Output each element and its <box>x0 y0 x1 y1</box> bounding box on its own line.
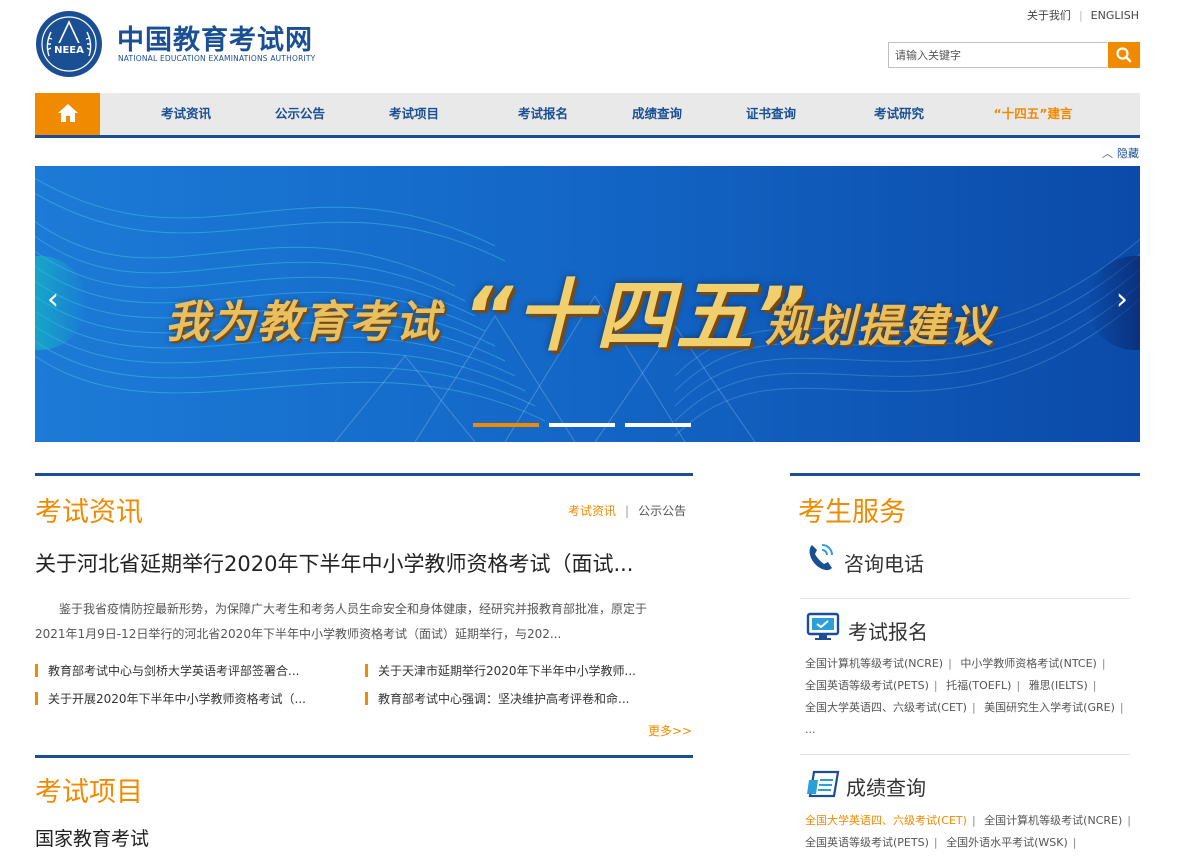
banner-dot-2[interactable] <box>549 423 615 427</box>
registration-link[interactable]: 中小学教师资格考试(NTCE) <box>960 657 1097 670</box>
separator: | <box>971 701 976 714</box>
nav-item-certificate-query[interactable]: 证书查询 <box>746 93 796 135</box>
separator: | <box>1101 657 1106 670</box>
divider <box>800 598 1130 599</box>
hero-banner[interactable]: 我为教育考试 “十四五” 规划提建议 ‹ › <box>35 166 1140 442</box>
banner-headline: 我为教育考试 “十四五” 规划提建议 <box>35 166 1140 442</box>
tab-announcements[interactable]: 公示公告 <box>638 504 686 518</box>
divider <box>800 754 1130 755</box>
search-button[interactable] <box>1108 42 1140 68</box>
registration-link[interactable]: 全国计算机等级考试(NCRE) <box>805 657 943 670</box>
nav-item-score-query[interactable]: 成绩查询 <box>632 93 682 135</box>
search-icon <box>1116 47 1132 63</box>
more-news-link[interactable]: 更多>> <box>648 722 692 739</box>
chevron-right-icon: › <box>1116 282 1128 317</box>
projects-subtitle: 国家教育考试 <box>35 828 150 850</box>
separator: | <box>1127 814 1131 827</box>
service-phone[interactable]: 咨询电话 <box>844 548 924 577</box>
search-box <box>888 42 1140 68</box>
service-scores-title[interactable]: 成绩查询 <box>846 772 926 801</box>
banner-text-tail: 规划提建议 <box>765 301 995 352</box>
registration-links: 全国计算机等级考试(NCRE) | 中小学教师资格考试(NTCE) | 全国英语等级… <box>805 653 1140 741</box>
english-link[interactable]: ENGLISH <box>1091 9 1139 22</box>
service-section-title: 考生服务 <box>798 497 906 528</box>
separator: | <box>971 814 976 827</box>
news-headline[interactable]: 关于河北省延期举行2020年下半年中小学教师资格考试（面试... <box>35 548 633 578</box>
separator: | <box>1078 9 1083 22</box>
nav-item-exam-projects[interactable]: 考试项目 <box>389 93 439 135</box>
site-logo[interactable]: NEEA 中国教育考试网 NATIONAL EDUCATION EXAMINAT… <box>35 10 315 78</box>
registration-link[interactable]: 托福(TOEFL) <box>946 679 1011 692</box>
registration-link[interactable]: 雅思(IELTS) <box>1029 679 1088 692</box>
banner-dot-1[interactable] <box>473 423 539 427</box>
section-divider <box>790 473 1140 476</box>
separator: | <box>625 504 630 518</box>
news-summary: 鉴于我省疫情防控最新形势，为保障广大考生和考务人员生命安全和身体健康，经研究并报… <box>35 602 648 641</box>
nav-item-exam-research[interactable]: 考试研究 <box>874 93 924 135</box>
separator: | <box>1016 679 1021 692</box>
score-link[interactable]: 全国外语水平考试(WSK) <box>946 836 1068 849</box>
search-input[interactable] <box>888 42 1107 68</box>
score-link[interactable]: 全国计算机等级考试(NCRE) <box>984 814 1122 827</box>
section-divider <box>35 473 693 476</box>
home-icon <box>58 104 78 122</box>
separator: | <box>933 679 938 692</box>
hide-label: 隐藏 <box>1117 147 1139 160</box>
banner-text-big: “十四五” <box>463 272 808 362</box>
registration-link[interactable]: 全国英语等级考试(PETS) <box>805 679 929 692</box>
news-tabs: 考试资讯 | 公示公告 <box>568 502 686 519</box>
list-item[interactable]: 教育部考试中心强调：坚决维护高考评卷和命... <box>365 690 629 707</box>
registration-link[interactable]: 全国大学英语四、六级考试(CET) <box>805 701 967 714</box>
section-divider <box>35 755 693 758</box>
svg-text:NEEA: NEEA <box>54 45 84 56</box>
nav-item-14th-five-year[interactable]: “十四五”建言 <box>994 93 1073 135</box>
hide-banner-toggle[interactable]: ︿ 隐藏 <box>1102 145 1139 161</box>
site-name-en: NATIONAL EDUCATION EXAMINATIONS AUTHORIT… <box>118 54 316 63</box>
neea-emblem-icon: NEEA <box>36 11 102 77</box>
separator: | <box>933 836 938 849</box>
score-links: 全国大学英语四、六级考试(CET) | 全国计算机等级考试(NCRE) | 全国英语… <box>805 810 1140 854</box>
monitor-icon <box>806 612 840 640</box>
service-registration-title[interactable]: 考试报名 <box>848 616 928 645</box>
list-item[interactable]: 关于开展2020年下半年中小学教师资格考试（... <box>35 690 306 707</box>
nav-item-announcements[interactable]: 公示公告 <box>275 93 325 135</box>
list-item[interactable]: 关于天津市延期举行2020年下半年中小学教师... <box>365 662 636 679</box>
top-links: 关于我们 | ENGLISH <box>1027 7 1139 23</box>
banner-dot-3[interactable] <box>625 423 691 427</box>
score-link[interactable]: 全国大学英语四、六级考试(CET) <box>805 814 967 827</box>
chevron-left-icon: ‹ <box>47 282 59 317</box>
nav-item-exam-news[interactable]: 考试资讯 <box>161 93 211 135</box>
nav-item-registration[interactable]: 考试报名 <box>518 93 568 135</box>
separator: | <box>1119 701 1124 714</box>
separator: | <box>1072 836 1077 849</box>
projects-section-title: 考试项目 <box>35 777 143 808</box>
score-form-icon <box>807 770 840 798</box>
chevron-up-icon: ︿ <box>1102 147 1113 160</box>
about-link[interactable]: 关于我们 <box>1027 9 1071 22</box>
tab-exam-news[interactable]: 考试资讯 <box>568 504 616 518</box>
banner-text-main: 我为教育考试 <box>165 297 441 348</box>
more-ellipsis: ... <box>805 723 816 736</box>
score-link[interactable]: 全国英语等级考试(PETS) <box>805 836 929 849</box>
main-nav: 考试资讯 公示公告 考试项目 考试报名 成绩查询 证书查询 考试研究 “十四五”… <box>35 93 1140 138</box>
phone-icon <box>809 544 833 571</box>
news-section-title: 考试资讯 <box>35 497 143 528</box>
list-item[interactable]: 教育部考试中心与剑桥大学英语考评部签署合... <box>35 662 299 679</box>
separator: | <box>1092 679 1097 692</box>
registration-link[interactable]: 美国研究生入学考试(GRE) <box>984 701 1115 714</box>
nav-home[interactable] <box>35 93 100 135</box>
separator: | <box>948 657 952 670</box>
site-name-cn: 中国教育考试网 <box>117 25 313 56</box>
